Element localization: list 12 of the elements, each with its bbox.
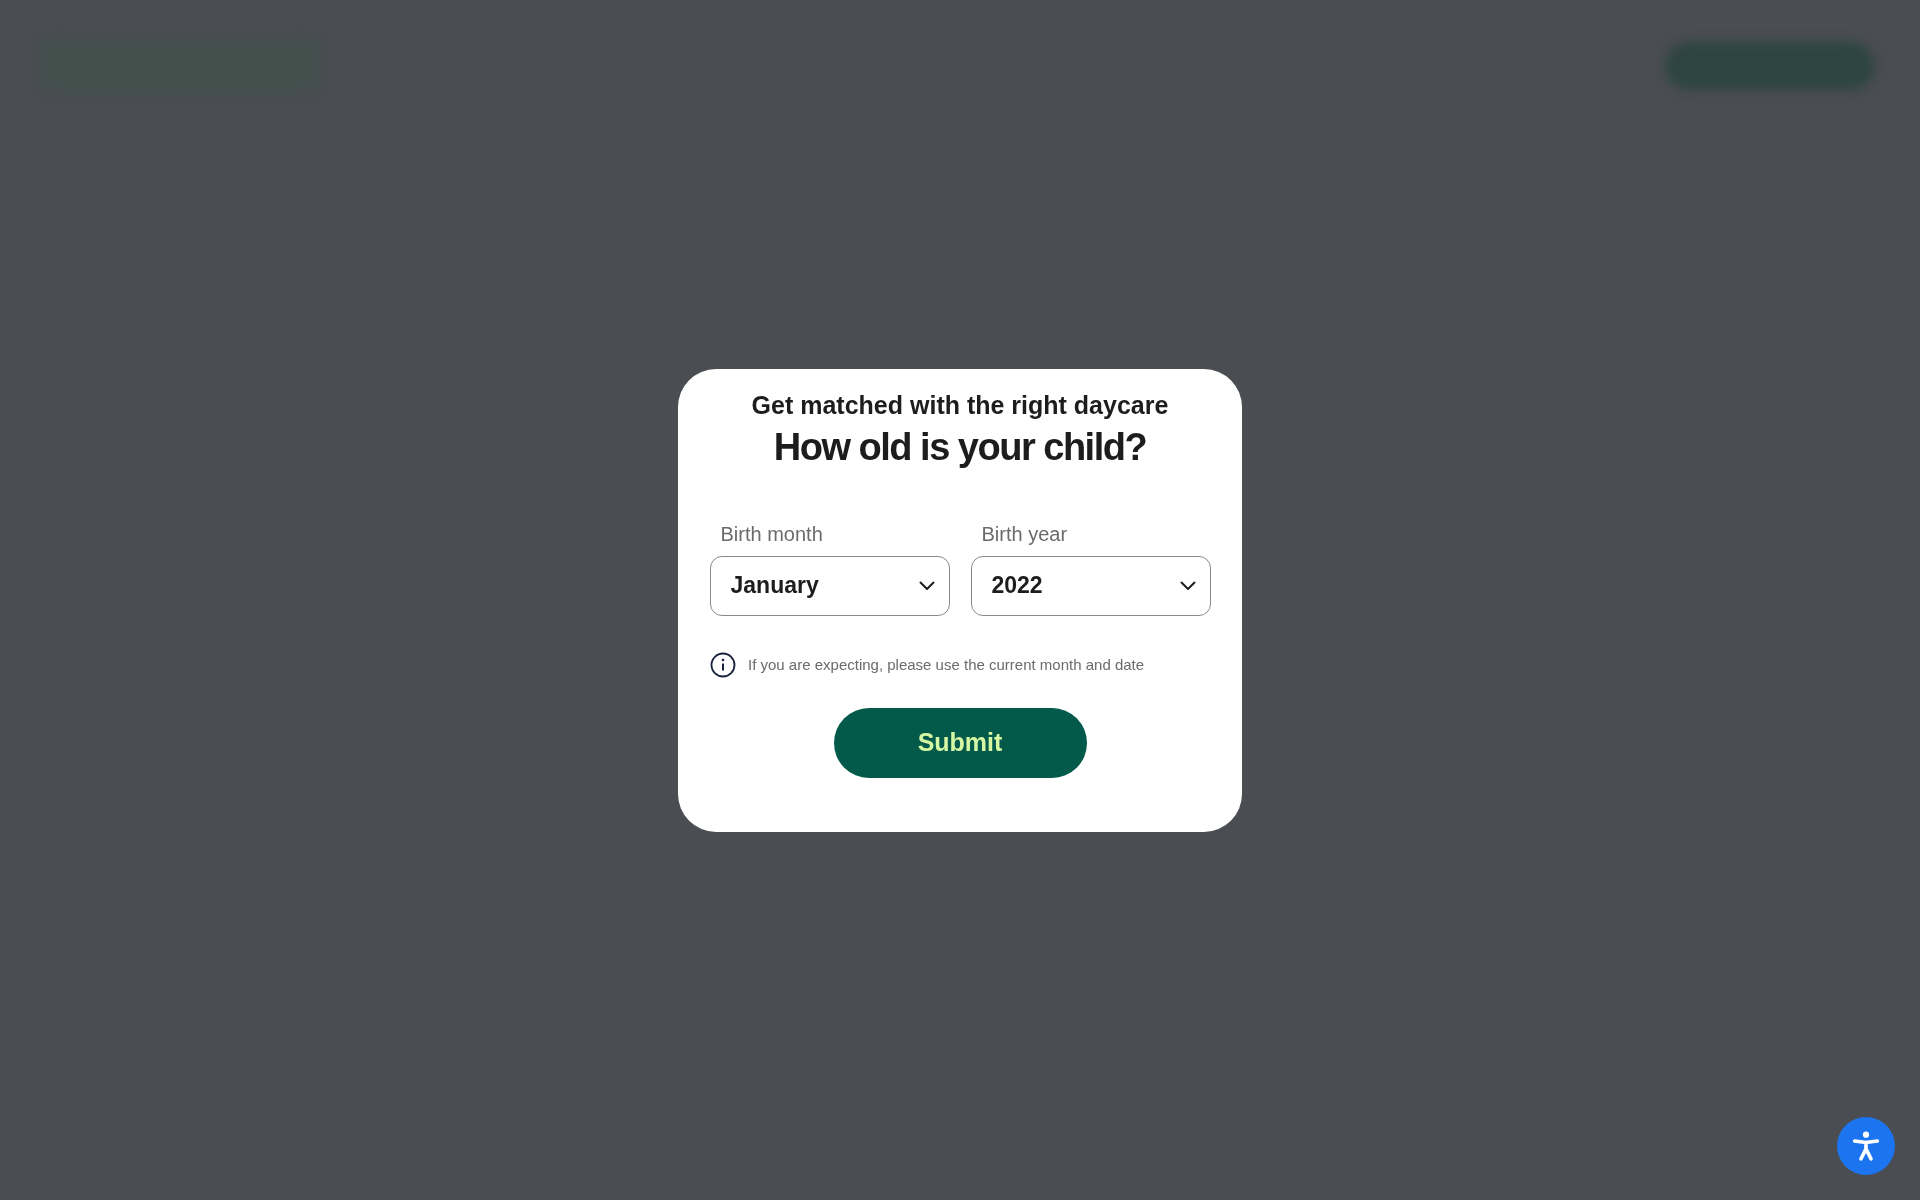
modal-title: How old is your child? <box>773 425 1147 469</box>
chevron-down-icon <box>1179 580 1196 591</box>
accessibility-button[interactable] <box>1837 1117 1895 1175</box>
field-label: Birth month <box>719 522 824 546</box>
chevron-down-icon <box>918 580 935 591</box>
info-icon <box>710 651 736 678</box>
dropdown[interactable]: 2022 <box>970 555 1211 616</box>
submit-button[interactable]: Submit <box>833 707 1087 778</box>
modal-subtitle: Get matched with the right daycare <box>751 390 1169 420</box>
field-label: Birth year <box>980 522 1069 546</box>
hint-text: If you are expecting, please use the current month and date <box>748 656 1145 673</box>
dropdown[interactable]: January <box>709 555 950 616</box>
